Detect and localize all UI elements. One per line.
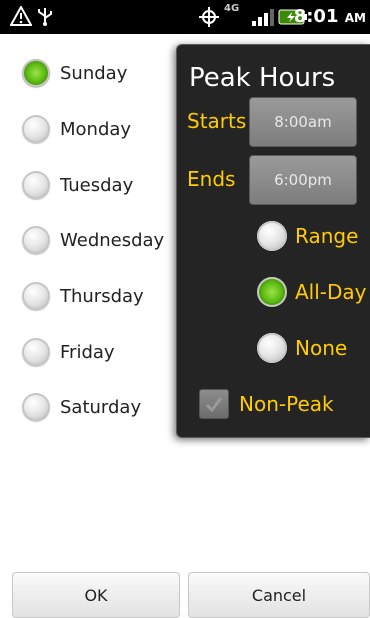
panel-title: Peak Hours bbox=[189, 63, 336, 93]
peak-hours-panel: Peak Hours Starts 8:00am Ends 6:00pm Ran… bbox=[176, 44, 370, 438]
option-range[interactable]: Range bbox=[257, 221, 358, 251]
radio-unselected-icon[interactable] bbox=[22, 226, 50, 254]
gps-icon bbox=[198, 6, 220, 32]
day-option-wednesday[interactable]: Wednesday bbox=[22, 222, 164, 258]
radio-unselected-icon[interactable] bbox=[22, 282, 50, 310]
day-label: Monday bbox=[60, 118, 132, 140]
day-option-monday[interactable]: Monday bbox=[22, 111, 131, 147]
status-bar: 4G 8:01 AM bbox=[0, 0, 370, 34]
end-time-button[interactable]: 6:00pm bbox=[249, 155, 357, 205]
usb-icon bbox=[36, 6, 54, 30]
signal-warning-icon bbox=[9, 4, 33, 30]
radio-selected-icon[interactable] bbox=[22, 59, 50, 87]
day-option-saturday[interactable]: Saturday bbox=[22, 389, 141, 425]
radio-selected-icon[interactable] bbox=[257, 277, 287, 307]
option-all-day[interactable]: All-Day bbox=[257, 277, 367, 307]
start-time-button[interactable]: 8:00am bbox=[249, 97, 357, 147]
day-label: Sunday bbox=[60, 62, 128, 84]
option-label: Range bbox=[295, 224, 359, 248]
day-option-friday[interactable]: Friday bbox=[22, 334, 115, 370]
cancel-button[interactable]: Cancel bbox=[188, 572, 370, 618]
radio-unselected-icon[interactable] bbox=[22, 338, 50, 366]
ok-button[interactable]: OK bbox=[12, 572, 180, 618]
option-label: All-Day bbox=[295, 280, 367, 304]
non-peak-label: Non-Peak bbox=[239, 392, 334, 416]
day-label: Saturday bbox=[60, 396, 142, 418]
day-option-tuesday[interactable]: Tuesday bbox=[22, 167, 133, 203]
starts-label: Starts bbox=[187, 109, 247, 133]
day-label: Wednesday bbox=[60, 229, 165, 251]
option-label: None bbox=[295, 336, 348, 360]
radio-unselected-icon[interactable] bbox=[22, 115, 50, 143]
day-option-thursday[interactable]: Thursday bbox=[22, 278, 144, 314]
non-peak-checkbox-row[interactable]: Non-Peak bbox=[199, 389, 334, 419]
option-none[interactable]: None bbox=[257, 333, 347, 363]
status-time: 8:01 AM bbox=[293, 6, 366, 27]
radio-unselected-icon[interactable] bbox=[22, 393, 50, 421]
checkbox-icon[interactable] bbox=[199, 389, 229, 419]
signal-bars-icon bbox=[252, 8, 274, 30]
ends-label: Ends bbox=[187, 167, 236, 191]
radio-unselected-icon[interactable] bbox=[257, 333, 287, 363]
day-label: Thursday bbox=[60, 285, 144, 307]
network-4g-icon: 4G bbox=[224, 3, 240, 14]
radio-unselected-icon[interactable] bbox=[257, 221, 287, 251]
day-label: Friday bbox=[60, 341, 115, 363]
day-label: Tuesday bbox=[60, 174, 134, 196]
day-option-sunday[interactable]: Sunday bbox=[22, 55, 127, 91]
radio-unselected-icon[interactable] bbox=[22, 171, 50, 199]
